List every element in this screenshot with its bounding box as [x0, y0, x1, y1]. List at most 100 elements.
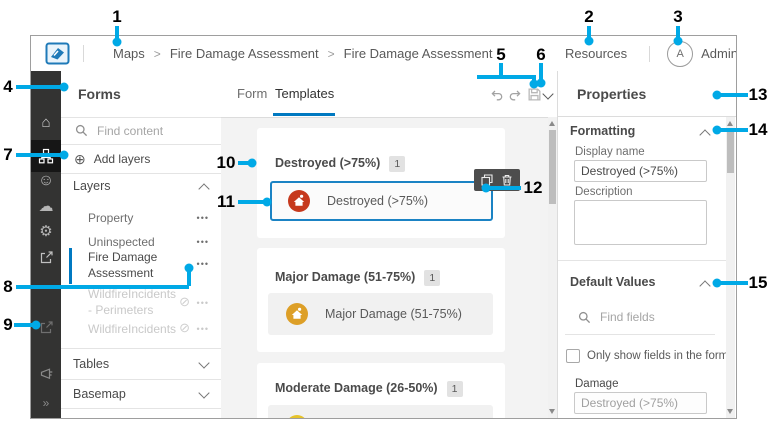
- callout-line: [16, 85, 62, 89]
- callout-number-9: 9: [3, 315, 13, 334]
- app-logo[interactable]: [45, 41, 70, 66]
- callout-dot: [59, 150, 69, 160]
- overflow-menu-icon[interactable]: •••: [197, 324, 209, 334]
- chevron-up-icon: [699, 129, 711, 141]
- redo-icon[interactable]: [508, 88, 522, 102]
- delete-icon[interactable]: [501, 174, 513, 186]
- template-group-moderate: Moderate Damage (26-50%) 1 Moderate Damag…: [257, 363, 505, 418]
- checkbox-unchecked[interactable]: [566, 349, 580, 363]
- group-count-badge: 1: [424, 270, 441, 286]
- add-layers-button[interactable]: ⊕ Add layers: [61, 144, 221, 173]
- header-divider: [649, 45, 651, 62]
- collapse-rail-button[interactable]: »: [31, 389, 61, 417]
- scroll-down-icon[interactable]: [549, 409, 555, 414]
- layer-label: WildfireIncidents: [88, 322, 177, 336]
- scrollbar-thumb[interactable]: [549, 130, 556, 204]
- plus-circle-icon: ⊕: [74, 150, 86, 167]
- scroll-up-icon[interactable]: [549, 121, 555, 126]
- callout-number-11: 11: [217, 192, 235, 211]
- only-show-fields-row[interactable]: Only show fields in the form: [558, 344, 736, 368]
- overflow-menu-icon[interactable]: •••: [197, 259, 209, 269]
- share-icon[interactable]: [31, 243, 61, 271]
- callout-number-8: 8: [3, 277, 13, 296]
- save-menu-chevron-icon[interactable]: [542, 88, 554, 100]
- template-item-moderate[interactable]: Moderate Damage (26-50%): [268, 405, 493, 418]
- overflow-menu-icon[interactable]: •••: [197, 213, 209, 223]
- callout-number-10: 10: [216, 153, 236, 172]
- layers-header-label: Layers: [73, 178, 111, 193]
- offline-cloud-icon[interactable]: ☁: [31, 192, 61, 220]
- megaphone-icon[interactable]: [31, 359, 61, 387]
- callout-number-1: 1: [112, 7, 122, 26]
- template-item-destroyed[interactable]: Destroyed (>75%): [270, 181, 493, 221]
- search-icon: [75, 124, 88, 137]
- smiley-icon[interactable]: ☺: [31, 167, 61, 195]
- app-window: Maps > Fire Damage Assessment > Fire Dam…: [30, 35, 737, 419]
- callout-line: [16, 153, 62, 157]
- layer-item-wildfire-perimeters: WildfireIncidents - Perimeters ⊘ •••: [61, 286, 221, 320]
- tables-section-header[interactable]: Tables: [61, 348, 221, 379]
- layer-item-property[interactable]: Property •••: [61, 207, 221, 229]
- template-group-destroyed: Destroyed (>75%) 1 Destroyed (>75%): [257, 128, 520, 238]
- layers-section-header[interactable]: Layers: [61, 173, 221, 198]
- callout-line: [721, 128, 748, 132]
- callout-number-2: 2: [584, 7, 594, 26]
- resources-link[interactable]: Resources: [565, 46, 627, 61]
- templates-panel: Form Templates Destroyed (>75%) 1 Destro…: [221, 71, 558, 418]
- user-menu[interactable]: Admin: [701, 46, 736, 61]
- search-icon: [578, 311, 591, 324]
- find-content-search[interactable]: Find content: [61, 117, 221, 144]
- damage-value-input[interactable]: [574, 392, 707, 414]
- callout-dot: [59, 82, 69, 92]
- save-icon: [527, 87, 542, 102]
- breadcrumb-maps[interactable]: Maps: [113, 46, 145, 61]
- search-underline: [565, 334, 715, 335]
- overflow-menu-icon[interactable]: •••: [197, 298, 209, 308]
- callout-number-3: 3: [673, 7, 683, 26]
- divider: [558, 260, 726, 261]
- undo-icon[interactable]: [490, 88, 504, 102]
- formatting-section-header[interactable]: Formatting: [558, 119, 736, 143]
- breadcrumb-map-name[interactable]: Fire Damage Assessment: [170, 46, 319, 61]
- overflow-menu-icon[interactable]: •••: [197, 237, 209, 247]
- layer-item-fire-damage-assessment[interactable]: Fire Damage Assessment •••: [61, 248, 221, 284]
- only-show-fields-label: Only show fields in the form: [587, 350, 729, 362]
- templates-scrollbar[interactable]: [548, 117, 557, 418]
- layer-label: Uninspected: [88, 235, 155, 249]
- tab-form[interactable]: Form: [237, 86, 267, 101]
- group-header: Moderate Damage (26-50%) 1: [275, 379, 463, 397]
- description-textarea[interactable]: [574, 200, 707, 245]
- breadcrumb-separator: >: [153, 46, 161, 61]
- scroll-down-icon[interactable]: [727, 409, 733, 414]
- default-values-section-header[interactable]: Default Values: [558, 270, 736, 294]
- scrollbar-thumb[interactable]: [727, 129, 734, 173]
- destroyed-symbol-icon: [288, 190, 310, 212]
- group-count-badge: 1: [446, 381, 463, 397]
- properties-scrollbar[interactable]: [726, 117, 735, 418]
- display-name-input[interactable]: [574, 160, 707, 182]
- callout-number-7: 7: [3, 145, 13, 164]
- scroll-up-icon[interactable]: [727, 121, 733, 126]
- home-icon[interactable]: ⌂: [31, 108, 61, 136]
- tables-label: Tables: [73, 356, 110, 371]
- app-header: Maps > Fire Damage Assessment > Fire Dam…: [31, 36, 736, 72]
- group-title: Destroyed (>75%): [275, 156, 381, 170]
- group-header: Destroyed (>75%) 1: [275, 154, 406, 172]
- group-header: Major Damage (51-75%) 1: [275, 268, 441, 286]
- callout-line: [238, 200, 265, 204]
- callout-number-5: 5: [496, 45, 506, 64]
- not-allowed-icon: ⊘: [179, 294, 190, 309]
- moderate-symbol-icon: [286, 415, 308, 418]
- major-symbol-icon: [286, 303, 308, 325]
- add-layers-label: Add layers: [93, 151, 151, 166]
- formatting-label: Formatting: [570, 124, 636, 138]
- template-item-label: Destroyed (>75%): [327, 194, 429, 208]
- chevron-down-icon: [198, 357, 210, 369]
- gear-icon[interactable]: ⚙: [31, 217, 61, 245]
- callout-dot: [584, 36, 594, 46]
- callout-dot: [673, 36, 683, 46]
- basemap-section-header[interactable]: Basemap: [61, 379, 221, 408]
- template-item-major[interactable]: Major Damage (51-75%): [268, 293, 493, 335]
- find-fields-search[interactable]: Find fields: [558, 307, 736, 327]
- tab-templates[interactable]: Templates: [275, 86, 334, 101]
